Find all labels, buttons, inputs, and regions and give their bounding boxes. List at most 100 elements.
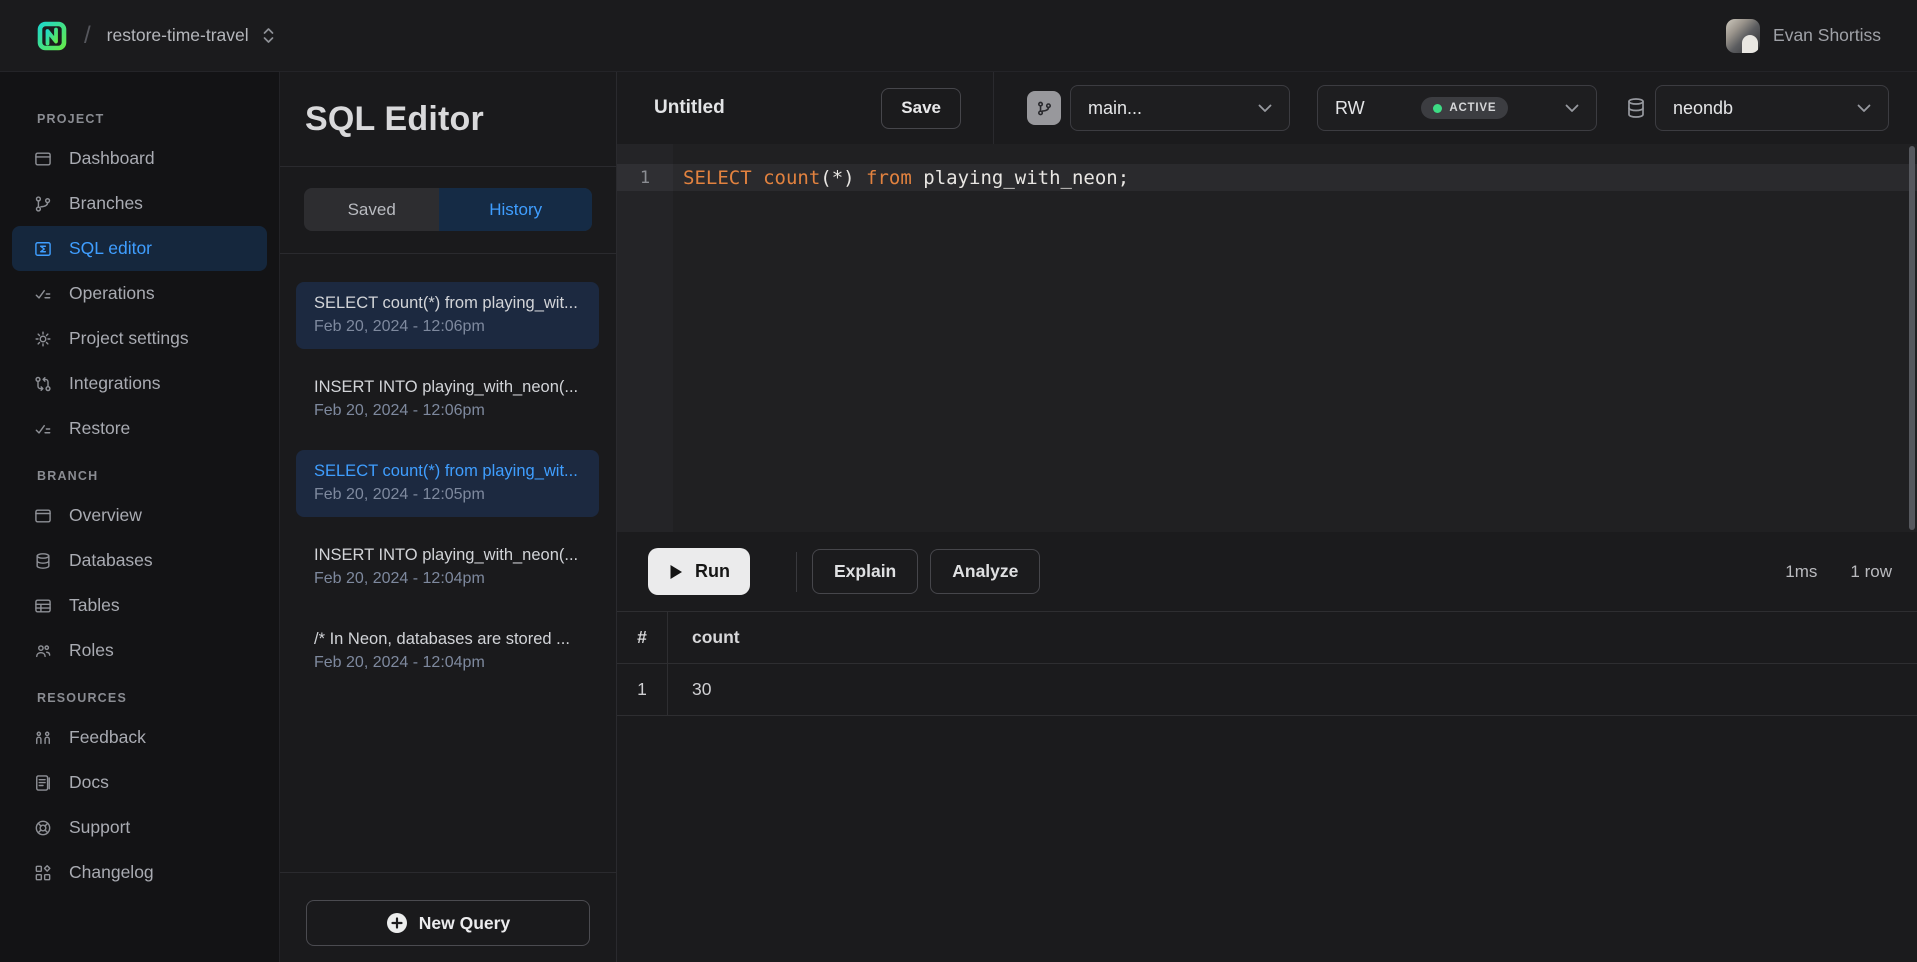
user-menu[interactable]: Evan Shortiss bbox=[1726, 19, 1881, 53]
history-query: SELECT count(*) from playing_wit... bbox=[314, 462, 581, 481]
lifebuoy-icon bbox=[33, 818, 53, 838]
database-icon bbox=[1624, 96, 1648, 120]
column-header-index: # bbox=[617, 612, 668, 663]
sidebar-item-label: Overview bbox=[69, 505, 142, 526]
history-date: Feb 20, 2024 - 12:06pm bbox=[314, 402, 581, 420]
section-title: BRANCH bbox=[37, 469, 279, 483]
sql-plain: playing_with_neon; bbox=[923, 167, 1129, 189]
window-icon bbox=[33, 149, 53, 169]
sidebar-item-feedback[interactable]: Feedback bbox=[12, 715, 267, 760]
compute-select[interactable]: RW ACTIVE bbox=[1317, 85, 1597, 131]
sql-terminal-icon bbox=[33, 239, 53, 259]
table-icon bbox=[33, 596, 53, 616]
git-compare-icon bbox=[33, 374, 53, 394]
explain-button[interactable]: Explain bbox=[812, 549, 918, 594]
history-date: Feb 20, 2024 - 12:06pm bbox=[314, 318, 581, 336]
results-table: # count 1 30 bbox=[617, 611, 1917, 716]
sidebar-item-tables[interactable]: Tables bbox=[12, 583, 267, 628]
sidebar-item-overview[interactable]: Overview bbox=[12, 493, 267, 538]
database-select[interactable]: neondb bbox=[1655, 85, 1889, 131]
tab-saved[interactable]: Saved bbox=[304, 188, 439, 231]
query-actions: Run Explain Analyze 1ms 1 row bbox=[617, 532, 1917, 611]
project-switcher[interactable]: restore-time-travel bbox=[107, 25, 276, 46]
history-item[interactable]: INSERT INTO playing_with_neon(... Feb 20… bbox=[296, 366, 599, 433]
sidebar-item-label: Databases bbox=[69, 550, 153, 571]
analyze-button[interactable]: Analyze bbox=[930, 549, 1040, 594]
line-number: 1 bbox=[617, 164, 673, 191]
sidebar-item-restore[interactable]: Restore bbox=[12, 406, 267, 451]
sidebar-item-label: Changelog bbox=[69, 862, 154, 883]
chevron-down-icon bbox=[1258, 104, 1272, 113]
history-query: /* In Neon, databases are stored ... bbox=[314, 630, 581, 649]
user-name: Evan Shortiss bbox=[1773, 25, 1881, 46]
context-selectors: main... RW ACTIVE bbox=[994, 72, 1917, 144]
branch-select-value: main... bbox=[1088, 98, 1142, 119]
editor-scrollbar[interactable] bbox=[1909, 146, 1915, 530]
tabs-wrap: Saved History bbox=[280, 167, 616, 254]
sidebar-item-sql-editor[interactable]: SQL editor bbox=[12, 226, 267, 271]
sidebar-item-operations[interactable]: Operations bbox=[12, 271, 267, 316]
history-item[interactable]: /* In Neon, databases are stored ... Feb… bbox=[296, 618, 599, 685]
sidebar-section-branch: BRANCH Overview Databases Tables bbox=[0, 469, 279, 673]
users-icon bbox=[33, 641, 53, 661]
code-editor[interactable]: 1 SELECT count(*) from playing_with_neon… bbox=[617, 144, 1917, 532]
history-query: SELECT count(*) from playing_wit... bbox=[314, 294, 581, 313]
sidebar-item-docs[interactable]: Docs bbox=[12, 760, 267, 805]
history-item[interactable]: INSERT INTO playing_with_neon(... Feb 20… bbox=[296, 534, 599, 601]
sidebar-item-integrations[interactable]: Integrations bbox=[12, 361, 267, 406]
save-button[interactable]: Save bbox=[881, 88, 961, 129]
sidebar-item-branches[interactable]: Branches bbox=[12, 181, 267, 226]
sidebar-item-label: Tables bbox=[69, 595, 120, 616]
chevron-down-icon bbox=[1565, 104, 1579, 113]
user-avatar bbox=[1726, 19, 1760, 53]
sidebar-item-support[interactable]: Support bbox=[12, 805, 267, 850]
sidebar-item-label: Docs bbox=[69, 772, 109, 793]
query-duration: 1ms bbox=[1785, 562, 1817, 582]
checklist-icon bbox=[33, 419, 53, 439]
checklist-icon bbox=[33, 284, 53, 304]
sidebar-item-label: Roles bbox=[69, 640, 114, 661]
panel-header: SQL Editor bbox=[280, 72, 616, 167]
run-button[interactable]: Run bbox=[648, 548, 750, 595]
sql-editor-panel: SQL Editor Saved History SELECT count(*)… bbox=[280, 72, 617, 962]
new-query-button[interactable]: New Query bbox=[306, 900, 590, 946]
play-icon bbox=[668, 563, 684, 581]
branch-icon-button[interactable] bbox=[1027, 91, 1061, 125]
gear-icon bbox=[33, 329, 53, 349]
sidebar-item-databases[interactable]: Databases bbox=[12, 538, 267, 583]
chevron-down-icon bbox=[1857, 104, 1871, 113]
sidebar: PROJECT Dashboard Branches SQL editor bbox=[0, 72, 280, 962]
panel-footer: New Query bbox=[280, 872, 616, 962]
new-query-label: New Query bbox=[419, 913, 510, 934]
people-icon bbox=[33, 728, 53, 748]
grid-diamond-icon bbox=[33, 863, 53, 883]
run-label: Run bbox=[695, 561, 730, 582]
sidebar-item-changelog[interactable]: Changelog bbox=[12, 850, 267, 895]
sidebar-item-dashboard[interactable]: Dashboard bbox=[12, 136, 267, 181]
history-query: INSERT INTO playing_with_neon(... bbox=[314, 378, 581, 397]
run-metadata: 1ms 1 row bbox=[1785, 562, 1892, 582]
history-date: Feb 20, 2024 - 12:04pm bbox=[314, 654, 581, 672]
database-icon bbox=[33, 551, 53, 571]
section-title: PROJECT bbox=[37, 112, 279, 126]
sidebar-item-label: Branches bbox=[69, 193, 143, 214]
row-value-cell: 30 bbox=[668, 664, 711, 715]
history-item-selected[interactable]: SELECT count(*) from playing_wit... Feb … bbox=[296, 450, 599, 517]
project-name: restore-time-travel bbox=[107, 25, 249, 46]
breadcrumb-separator: / bbox=[84, 22, 91, 50]
sidebar-item-label: SQL editor bbox=[69, 238, 152, 259]
tab-history[interactable]: History bbox=[439, 188, 592, 231]
sidebar-item-project-settings[interactable]: Project settings bbox=[12, 316, 267, 361]
window-icon bbox=[33, 506, 53, 526]
history-date: Feb 20, 2024 - 12:05pm bbox=[314, 486, 581, 504]
page-title: SQL Editor bbox=[305, 100, 591, 139]
history-list: SELECT count(*) from playing_wit... Feb … bbox=[280, 254, 616, 872]
plus-circle-icon bbox=[386, 912, 408, 934]
neon-logo-icon[interactable] bbox=[34, 18, 70, 54]
history-item[interactable]: SELECT count(*) from playing_wit... Feb … bbox=[296, 282, 599, 349]
branch-select[interactable]: main... bbox=[1070, 85, 1290, 131]
sidebar-item-label: Project settings bbox=[69, 328, 189, 349]
status-label: ACTIVE bbox=[1449, 102, 1496, 114]
sidebar-item-roles[interactable]: Roles bbox=[12, 628, 267, 673]
table-row: 1 30 bbox=[617, 664, 1917, 716]
